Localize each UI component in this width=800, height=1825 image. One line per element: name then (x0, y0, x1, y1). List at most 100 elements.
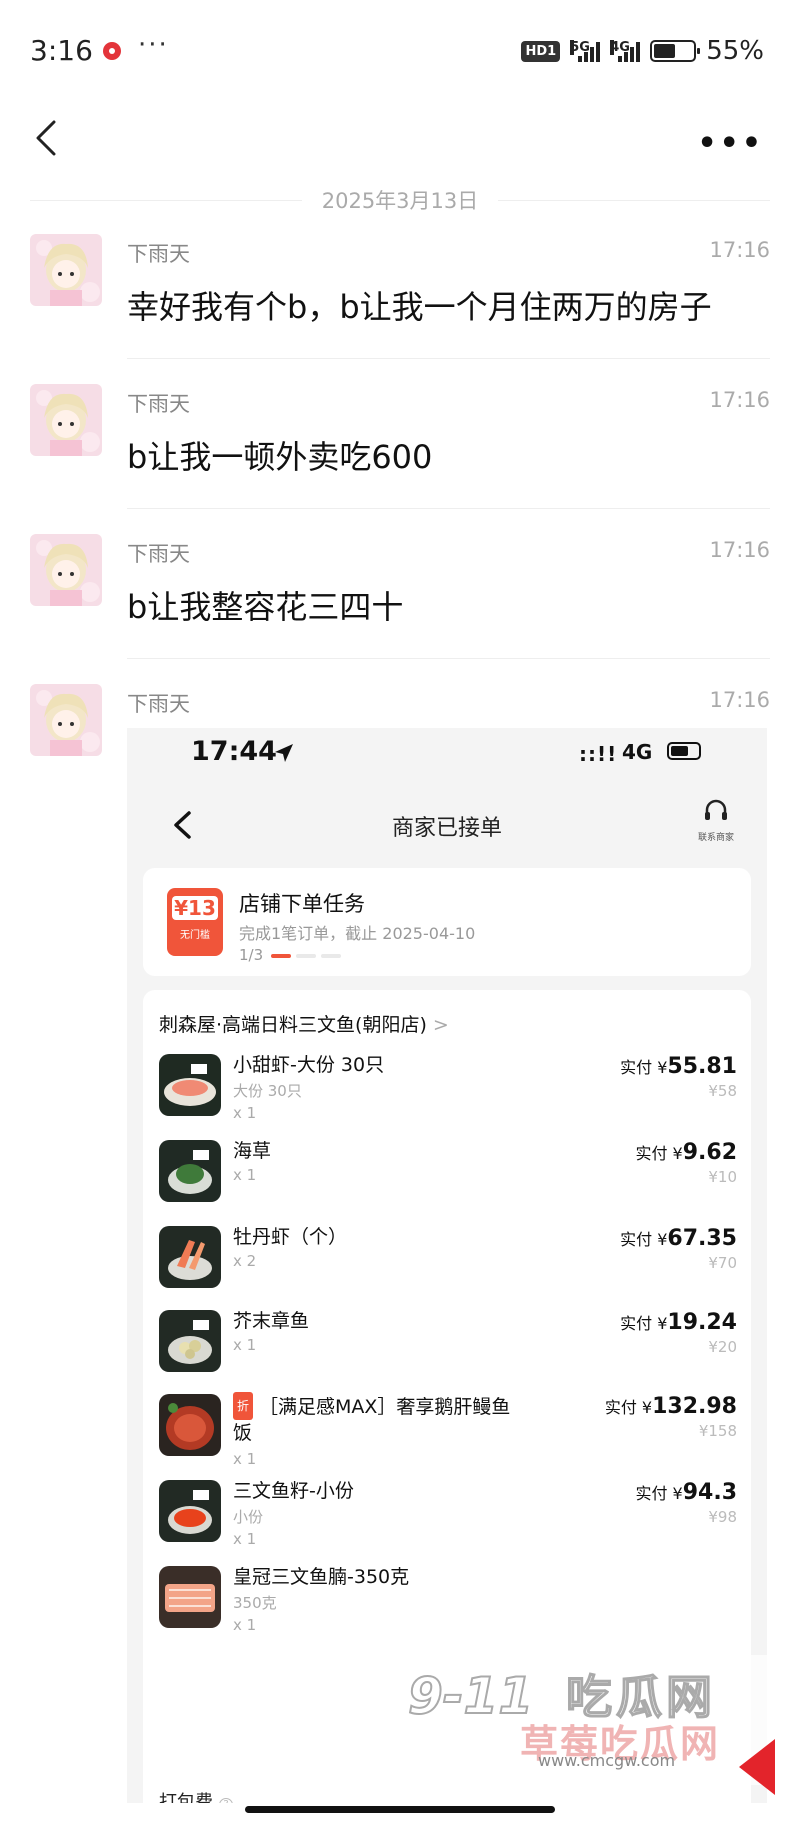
avatar[interactable] (30, 384, 102, 456)
item-original-price: ¥58 (708, 1082, 737, 1100)
coupon-value: ¥13 (172, 896, 218, 920)
status-bar: 3:16 ··· HD1 5G 4G 55% (0, 0, 800, 100)
headset-icon (705, 799, 727, 820)
watermark: 9-11 吃瓜网 草莓吃瓜网 www.cmcgw.com (390, 1655, 775, 1795)
discount-tag: 折 (233, 1392, 254, 1420)
item-image (159, 1310, 221, 1372)
home-indicator[interactable] (245, 1806, 555, 1813)
item-name: 小甜虾-大份 30只 (233, 1054, 385, 1076)
avatar[interactable] (30, 534, 102, 606)
avatar[interactable] (30, 684, 102, 756)
item-paid-price: 实付 ¥55.81 (620, 1054, 737, 1079)
message-text[interactable]: b让我一顿外卖吃600 (127, 432, 432, 478)
message-separator (127, 358, 770, 359)
signal-5g-icon: 5G (570, 40, 601, 62)
item-quantity: x 1 (233, 1450, 257, 1468)
item-paid-price: 实付 ¥94.3 (635, 1480, 737, 1505)
order-item: 三文鱼籽-小份 小份 x 1 实付 ¥94.3 ¥98 (143, 1480, 751, 1564)
watermark-url: www.cmcgw.com (538, 1751, 676, 1770)
message-separator (127, 658, 770, 659)
shot-signal-icon: ::!! (579, 742, 618, 766)
coupon-badge: ¥13 无门槛 (167, 888, 223, 956)
recording-icon (103, 42, 121, 60)
item-quantity: x 1 (233, 1166, 257, 1184)
divider-line-right (498, 199, 770, 201)
info-icon: ? (219, 1798, 233, 1803)
item-image (159, 1394, 221, 1456)
item-paid-price: 实付 ¥9.62 (635, 1140, 737, 1165)
item-original-price: ¥10 (708, 1168, 737, 1186)
task-progress-bar (271, 954, 341, 958)
item-name: 折 ［满足感MAX］奢享鹅肝鳗鱼饭 (233, 1392, 523, 1446)
battery-fill (654, 44, 676, 58)
item-paid-price: 实付 ¥132.98 (604, 1394, 737, 1419)
shot-nav-bar: 商家已接单 联系商家 (127, 788, 767, 858)
item-spec: 350克 (233, 1594, 277, 1612)
chevron-left-icon[interactable] (30, 118, 70, 158)
battery-icon (650, 40, 701, 62)
order-item: 皇冠三文鱼腩-350克 350克 x 1 (143, 1566, 751, 1650)
date-label: 2025年3月13日 (321, 189, 479, 213)
item-image (159, 1480, 221, 1542)
watermark-number: 9-11 (407, 1666, 534, 1726)
sender-name: 下雨天 (127, 392, 190, 416)
item-quantity: x 1 (233, 1530, 257, 1548)
item-quantity: x 1 (233, 1104, 257, 1122)
packing-fee-label: 打包费 (159, 1792, 213, 1803)
order-item: 芥末章鱼 x 1 实付 ¥19.24 ¥20 (143, 1310, 751, 1394)
item-spec: 小份 (233, 1508, 264, 1526)
chat-nav-bar: ••• (0, 100, 800, 180)
order-item: 折 ［满足感MAX］奢享鹅肝鳗鱼饭 x 1 实付 ¥132.98 ¥158 (143, 1392, 751, 1478)
hd-badge: HD1 (521, 40, 561, 62)
item-original-price: ¥20 (708, 1338, 737, 1356)
item-image (159, 1226, 221, 1288)
sender-name: 下雨天 (127, 242, 190, 266)
item-original-price: ¥98 (708, 1508, 737, 1526)
message-text[interactable]: b让我整容花三四十 (127, 582, 403, 628)
status-indicators: HD1 5G 4G 55% (521, 36, 764, 66)
item-paid-price: 实付 ¥19.24 (620, 1310, 737, 1335)
shot-battery-icon (667, 742, 701, 760)
sender-name: 下雨天 (127, 542, 190, 566)
watermark-arrow-icon (739, 1739, 775, 1795)
shot-network: 4G (622, 740, 653, 764)
message-separator (127, 508, 770, 509)
task-progress-text: 1/3 (239, 946, 264, 964)
date-divider: 2025年3月13日 (30, 180, 770, 220)
message-text[interactable]: 幸好我有个b，b让我一个月住两万的房子 (127, 282, 712, 328)
message-time: 17:16 (709, 238, 770, 262)
item-quantity: x 1 (233, 1616, 257, 1634)
more-dots-icon[interactable]: ••• (697, 126, 764, 161)
order-item: 牡丹虾（个） x 2 实付 ¥67.35 ¥70 (143, 1226, 751, 1310)
item-quantity: x 1 (233, 1336, 257, 1354)
divider-line-left (30, 199, 302, 201)
item-name: 牡丹虾（个） (233, 1226, 348, 1248)
order-item: 小甜虾-大份 30只 大份 30只 x 1 实付 ¥55.81 ¥58 (143, 1054, 751, 1138)
coupon-subtitle: 无门槛 (180, 930, 210, 941)
signal-4g-icon: 4G (610, 40, 641, 62)
message-time: 17:16 (709, 688, 770, 712)
avatar[interactable] (30, 234, 102, 306)
item-name: 海草 (233, 1140, 272, 1162)
shot-status-bar: 17:44 ::!! 4G (127, 728, 767, 788)
packing-fee: 打包费? (159, 1788, 233, 1803)
battery-percent: 55% (706, 36, 764, 66)
message-time: 17:16 (709, 388, 770, 412)
location-arrow-icon (275, 744, 293, 762)
order-item: 海草 x 1 实付 ¥9.62 ¥10 (143, 1140, 751, 1224)
item-original-price: ¥158 (698, 1422, 737, 1440)
item-image (159, 1566, 221, 1628)
item-name: 三文鱼籽-小份 (233, 1480, 354, 1502)
item-image (159, 1140, 221, 1202)
task-title: 店铺下单任务 (239, 892, 365, 916)
shop-name-text: 刺森屋·高端日料三文鱼(朝阳店) (159, 1014, 427, 1036)
contact-merchant: 联系商家 (693, 798, 739, 846)
item-name: 皇冠三文鱼腩-350克 (233, 1566, 410, 1588)
item-name-text: ［满足感MAX］奢享鹅肝鳗鱼饭 (233, 1396, 511, 1444)
status-time: 3:16 (30, 34, 93, 67)
store-task-card: ¥13 无门槛 店铺下单任务 完成1笔订单，截止 2025-04-10 1/3 (143, 868, 751, 976)
image-message[interactable]: 17:44 ::!! 4G 商家已接单 联系商家 ¥13 无门槛 店铺下单任务 … (127, 728, 767, 1803)
item-original-price: ¥70 (708, 1254, 737, 1272)
task-description: 完成1笔订单，截止 2025-04-10 (239, 924, 476, 943)
sender-name: 下雨天 (127, 692, 190, 716)
